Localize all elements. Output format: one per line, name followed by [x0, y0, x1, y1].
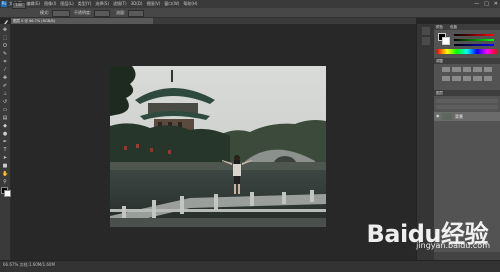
curves-icon[interactable] [462, 67, 472, 72]
flow-label: 流量: [116, 10, 126, 15]
crop-tool-icon[interactable]: ⌗ [2, 59, 8, 65]
layer-row[interactable]: ◉ 背景 [434, 112, 500, 121]
color-balance-icon[interactable] [452, 76, 461, 81]
status-text: 66.67% 文档:1.60M/1.60M [3, 262, 55, 267]
menu-help[interactable]: 帮助(H) [183, 0, 197, 8]
brush-size-value: 100 [15, 3, 23, 7]
zoom-tool-icon[interactable]: ⚲ [2, 179, 8, 185]
menu-edit[interactable]: 编辑(E) [26, 0, 40, 8]
mode-select[interactable]: 正常 [52, 10, 70, 27]
mode-label: 模式: [40, 10, 50, 15]
quick-select-tool-icon[interactable]: ✎ [2, 51, 8, 57]
menu-layer[interactable]: 图层(L) [60, 0, 73, 8]
move-tool-icon[interactable]: ✥ [2, 27, 8, 33]
eyedropper-tool-icon[interactable]: ⁄ [2, 67, 8, 73]
brush-tool-icon[interactable]: ✐ [2, 83, 8, 89]
adjustments-panel-header[interactable]: 调整 [434, 58, 500, 64]
brightness-icon[interactable] [442, 67, 451, 72]
menu-select[interactable]: 选择(S) [95, 0, 109, 8]
document-image[interactable] [110, 66, 326, 227]
properties-panel-icon[interactable] [422, 37, 430, 45]
path-select-tool-icon[interactable]: ➤ [2, 155, 8, 161]
red-slider[interactable] [454, 34, 494, 36]
healing-tool-icon[interactable]: ✚ [2, 75, 8, 81]
hue-icon[interactable] [442, 76, 451, 81]
opacity-label: 不透明度: [74, 10, 92, 15]
color-spectrum-bar[interactable] [437, 49, 497, 54]
menu-view[interactable]: 视图(V) [146, 0, 160, 8]
baidu-watermark-url: jingyan.baidu.com [416, 241, 490, 250]
menu-filter[interactable]: 滤镜(T) [113, 0, 127, 8]
panel-background-swatch[interactable] [442, 37, 450, 45]
toolbox: ✥ ⬚ ʘ ✎ ⌗ ⁄ ✚ ✐ ⊥ ↺ ▭ ▤ ◆ ● ✒ T ➤ ■ ✋ ⚲ [0, 24, 11, 260]
channel-mixer-icon[interactable] [483, 76, 492, 81]
levels-icon[interactable] [452, 67, 461, 72]
stamp-tool-icon[interactable]: ⊥ [2, 91, 8, 97]
layers-panel-header[interactable]: 图层 [434, 90, 500, 96]
menu-window[interactable]: 窗口(W) [164, 0, 179, 8]
shape-tool-icon[interactable]: ■ [2, 163, 8, 169]
eraser-tool-icon[interactable]: ▭ [2, 107, 8, 113]
menu-image[interactable]: 图像(I) [44, 0, 56, 8]
opacity-field[interactable]: 100% [94, 10, 110, 27]
type-tool-icon[interactable]: T [2, 147, 8, 153]
gradient-tool-icon[interactable]: ▤ [2, 115, 8, 121]
blend-mode-bar[interactable] [436, 105, 498, 109]
lasso-tool-icon[interactable]: ʘ [2, 43, 8, 49]
photoshop-logo: Ps [1, 1, 7, 7]
adjustments-tab[interactable]: 调整 [436, 59, 443, 63]
dodge-tool-icon[interactable]: ● [2, 131, 8, 137]
green-slider[interactable] [454, 39, 494, 41]
menu-type[interactable]: 类型(Y) [78, 0, 92, 8]
blur-tool-icon[interactable]: ◆ [2, 123, 8, 129]
pen-tool-icon[interactable]: ✒ [2, 139, 8, 145]
photo-filter-icon[interactable] [473, 76, 482, 81]
vibrance-icon[interactable] [483, 67, 492, 72]
black-white-icon[interactable] [462, 76, 472, 81]
history-panel-icon[interactable] [422, 27, 430, 35]
menu-3d[interactable]: 3D(D) [131, 0, 143, 8]
flow-field[interactable]: 100% [128, 10, 144, 27]
layers-footer [434, 252, 500, 260]
status-bar [0, 260, 500, 272]
hand-tool-icon[interactable]: ✋ [2, 171, 8, 177]
marquee-tool-icon[interactable]: ⬚ [2, 35, 8, 41]
minimize-button[interactable]: — [474, 0, 479, 8]
swatches-tab[interactable]: 色板 [450, 25, 457, 29]
maximize-button[interactable]: □ [484, 0, 489, 8]
layer-filter-bar[interactable] [436, 99, 498, 103]
exposure-icon[interactable] [473, 67, 482, 72]
layers-tab[interactable]: 图层 [436, 91, 443, 95]
eye-icon[interactable]: ◉ [436, 114, 440, 118]
close-button[interactable]: ✕ [494, 0, 498, 8]
brush-tool-preset-icon[interactable] [3, 10, 9, 25]
blue-slider[interactable] [454, 44, 494, 46]
brush-size-field[interactable]: 100 [12, 2, 26, 9]
history-brush-tool-icon[interactable]: ↺ [2, 99, 8, 105]
window-controls: — □ ✕ [474, 0, 498, 8]
color-panel-header[interactable]: 颜色 色板 [434, 24, 500, 30]
menu-items: 文件(F) 编辑(E) 图像(I) 图层(L) 类型(Y) 选择(S) 滤镜(T… [9, 0, 197, 8]
layer-thumbnail [442, 113, 452, 120]
layer-name[interactable]: 背景 [455, 113, 463, 120]
color-tab[interactable]: 颜色 [436, 25, 443, 29]
adjustment-icons [442, 67, 492, 83]
background-color-swatch[interactable] [4, 190, 11, 197]
